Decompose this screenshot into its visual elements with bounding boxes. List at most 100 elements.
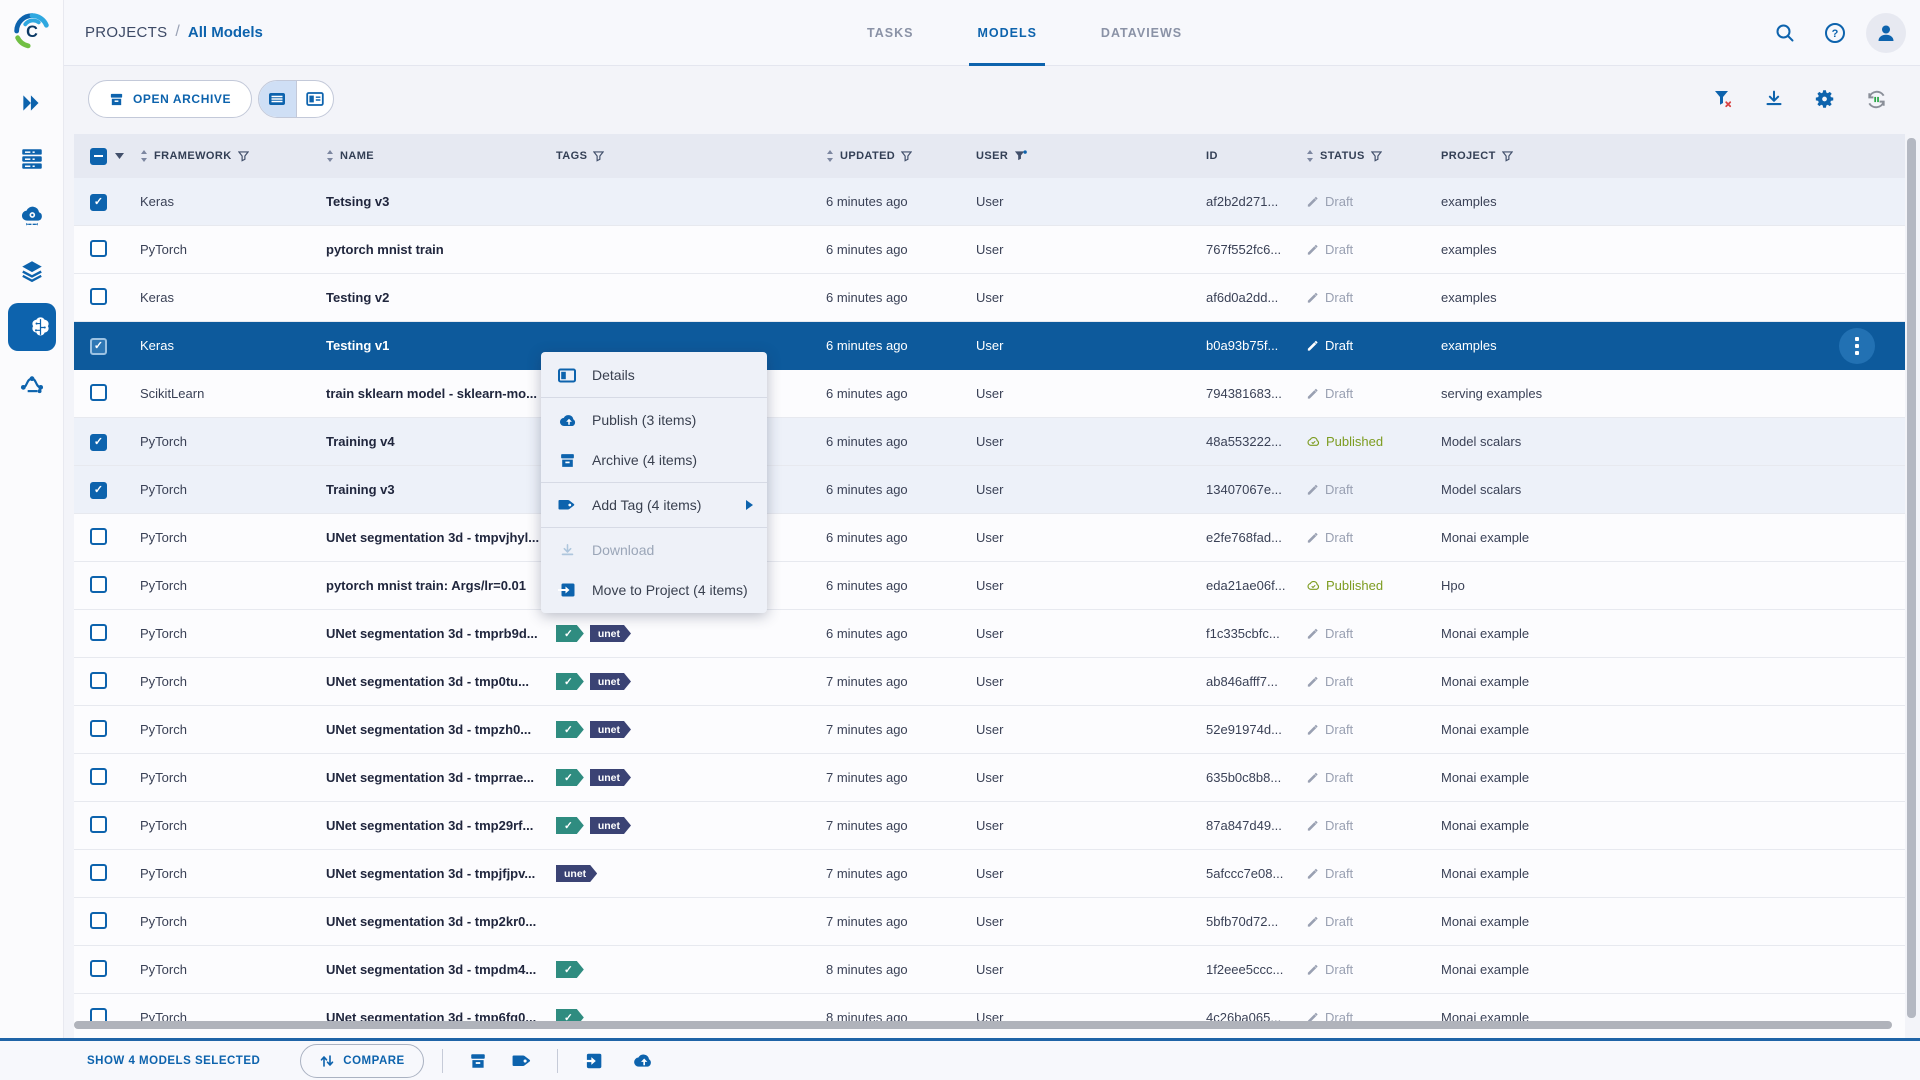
menu-item-details[interactable]: Details bbox=[541, 355, 767, 395]
footer-move-to-project-icon[interactable] bbox=[576, 1044, 610, 1078]
row-checkbox[interactable] bbox=[90, 767, 107, 785]
table-row[interactable]: PyTorch UNet segmentation 3d - tmp2kr0..… bbox=[74, 898, 1905, 946]
cell-id: 767f552fc6... bbox=[1206, 242, 1282, 257]
table-row[interactable]: PyTorch UNet segmentation 3d - tmpzh0...… bbox=[74, 706, 1905, 754]
row-actions-button[interactable] bbox=[1839, 328, 1875, 364]
column-status[interactable]: STATUS bbox=[1296, 134, 1431, 178]
footer-publish-icon[interactable] bbox=[626, 1044, 660, 1078]
settings-gear-icon[interactable] bbox=[1806, 80, 1844, 118]
menu-item-add-tag[interactable]: Add Tag (4 items) bbox=[541, 485, 767, 525]
table-row[interactable]: PyTorch UNet segmentation 3d - tmpvjhyl.… bbox=[74, 514, 1905, 562]
search-icon[interactable] bbox=[1766, 14, 1804, 52]
sort-icon[interactable] bbox=[326, 150, 334, 162]
breadcrumb-projects[interactable]: PROJECTS bbox=[85, 24, 167, 41]
row-checkbox[interactable] bbox=[90, 239, 107, 257]
table-row[interactable]: PyTorch Training v4 6 minutes ago User 4… bbox=[74, 418, 1905, 466]
card-view-button[interactable] bbox=[295, 81, 333, 117]
sidebar-datasets-icon[interactable] bbox=[0, 247, 64, 295]
table-row[interactable]: PyTorch UNet segmentation 3d - tmprrae..… bbox=[74, 754, 1905, 802]
table-view-button[interactable] bbox=[259, 81, 296, 117]
column-tags[interactable]: TAGS bbox=[546, 134, 816, 178]
filter-icon[interactable] bbox=[237, 150, 249, 162]
clear-filters-icon[interactable] bbox=[1704, 80, 1742, 118]
row-checkbox[interactable] bbox=[90, 863, 107, 881]
menu-item-download[interactable]: Download bbox=[541, 530, 767, 570]
column-name[interactable]: NAME bbox=[316, 134, 546, 178]
footer-tag-icon[interactable] bbox=[505, 1044, 539, 1078]
filter-icon[interactable] bbox=[1501, 150, 1513, 162]
table-row[interactable]: PyTorch pytorch mnist train: Args/lr=0.0… bbox=[74, 562, 1905, 610]
sort-icon[interactable] bbox=[140, 150, 148, 162]
filter-active-icon[interactable] bbox=[1014, 150, 1027, 162]
clearml-logo[interactable]: C bbox=[9, 8, 55, 54]
column-framework[interactable]: FRAMEWORK bbox=[130, 134, 316, 178]
help-icon[interactable]: ? bbox=[1816, 14, 1854, 52]
row-checkbox[interactable] bbox=[90, 527, 107, 545]
sort-icon[interactable] bbox=[826, 150, 834, 162]
row-checkbox[interactable] bbox=[90, 481, 107, 499]
filter-icon[interactable] bbox=[901, 150, 913, 162]
cell-framework: PyTorch bbox=[140, 578, 187, 593]
table-row[interactable]: PyTorch UNet segmentation 3d - tmpjfjpv.… bbox=[74, 850, 1905, 898]
table-row[interactable]: PyTorch UNet segmentation 3d - tmpdm4...… bbox=[74, 946, 1905, 994]
select-all-checkbox[interactable] bbox=[90, 147, 107, 165]
menu-item-archive[interactable]: Archive (4 items) bbox=[541, 440, 767, 480]
sidebar-cloud-access-icon[interactable] bbox=[0, 191, 64, 239]
cell-id: 5bfb70d72... bbox=[1206, 914, 1279, 929]
column-updated[interactable]: UPDATED bbox=[816, 134, 966, 178]
download-icon[interactable] bbox=[1755, 80, 1793, 118]
table-row[interactable]: PyTorch UNet segmentation 3d - tmp6fq0..… bbox=[74, 994, 1905, 1038]
sidebar-expand-icon[interactable] bbox=[0, 79, 64, 127]
sidebar-models-active-tile[interactable] bbox=[8, 303, 56, 351]
auto-refresh-icon[interactable] bbox=[1857, 80, 1895, 118]
cell-status: Draft bbox=[1296, 242, 1431, 257]
sidebar-workers-queues-icon[interactable] bbox=[0, 135, 64, 183]
select-dropdown-caret[interactable] bbox=[115, 153, 124, 159]
row-checkbox[interactable] bbox=[90, 383, 107, 401]
table-row[interactable]: Keras Testing v1 6 minutes ago User b0a9… bbox=[74, 322, 1905, 370]
tab-dataviews[interactable]: DATAVIEWS bbox=[1093, 0, 1190, 66]
cell-framework: PyTorch bbox=[140, 914, 187, 929]
sidebar-pipelines-icon[interactable] bbox=[0, 359, 64, 407]
menu-item-publish[interactable]: Publish (3 items) bbox=[541, 400, 767, 440]
cell-name: train sklearn model - sklearn-mo... bbox=[326, 386, 537, 401]
row-checkbox[interactable] bbox=[90, 433, 107, 451]
row-checkbox[interactable] bbox=[90, 575, 107, 593]
sort-icon[interactable] bbox=[1306, 150, 1314, 162]
column-project[interactable]: PROJECT bbox=[1431, 134, 1905, 178]
row-checkbox[interactable] bbox=[90, 287, 107, 305]
row-checkbox[interactable] bbox=[90, 337, 107, 355]
column-id[interactable]: ID bbox=[1196, 134, 1296, 178]
row-checkbox[interactable] bbox=[90, 623, 107, 641]
row-checkbox[interactable] bbox=[90, 671, 107, 689]
horizontal-scrollbar[interactable] bbox=[74, 1021, 1892, 1029]
table-row[interactable]: PyTorch Training v3 6 minutes ago User 1… bbox=[74, 466, 1905, 514]
table-row[interactable]: PyTorch pytorch mnist train 6 minutes ag… bbox=[74, 226, 1905, 274]
selected-count-label[interactable]: SHOW 4 MODELS SELECTED bbox=[87, 1055, 260, 1067]
table-row[interactable]: Keras Tetsing v3 6 minutes ago User af2b… bbox=[74, 178, 1905, 226]
column-user[interactable]: USER bbox=[966, 134, 1196, 178]
open-archive-button[interactable]: OPEN ARCHIVE bbox=[88, 80, 253, 118]
row-checkbox[interactable] bbox=[90, 959, 107, 977]
sidebar-models-icon[interactable] bbox=[8, 303, 72, 351]
filter-icon[interactable] bbox=[1370, 150, 1382, 162]
tab-tasks[interactable]: TASKS bbox=[859, 0, 921, 66]
row-checkbox[interactable] bbox=[90, 719, 107, 737]
table-row[interactable]: Keras Testing v2 6 minutes ago User af6d… bbox=[74, 274, 1905, 322]
footer-archive-icon[interactable] bbox=[461, 1044, 495, 1078]
row-checkbox[interactable] bbox=[90, 193, 107, 211]
filter-icon[interactable] bbox=[593, 150, 605, 162]
row-checkbox[interactable] bbox=[90, 911, 107, 929]
tab-models[interactable]: MODELS bbox=[969, 0, 1046, 66]
table-row[interactable]: ScikitLearn train sklearn model - sklear… bbox=[74, 370, 1905, 418]
table-row[interactable]: PyTorch UNet segmentation 3d - tmp0tu...… bbox=[74, 658, 1905, 706]
menu-item-move-to-project[interactable]: Move to Project (4 items) bbox=[541, 570, 767, 610]
compare-button[interactable]: COMPARE bbox=[300, 1043, 424, 1078]
row-checkbox[interactable] bbox=[90, 815, 107, 833]
table-row[interactable]: PyTorch UNet segmentation 3d - tmp29rf..… bbox=[74, 802, 1905, 850]
vertical-scrollbar[interactable] bbox=[1907, 138, 1916, 1018]
table-row[interactable]: PyTorch UNet segmentation 3d - tmprb9d..… bbox=[74, 610, 1905, 658]
cell-updated: 6 minutes ago bbox=[826, 338, 908, 353]
breadcrumb-all-models[interactable]: All Models bbox=[188, 24, 263, 41]
profile-avatar[interactable] bbox=[1866, 13, 1906, 53]
